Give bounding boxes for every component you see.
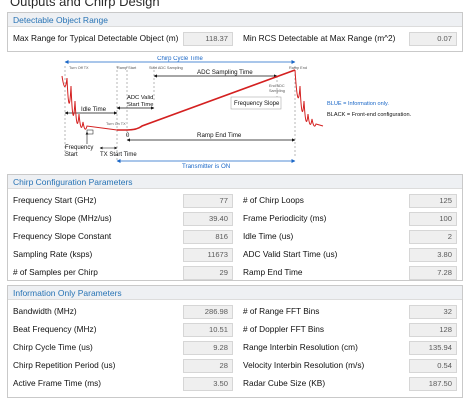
chirp-param-row: Frequency Slope Constant 816 Idle Time (us…	[13, 228, 457, 245]
info-param-label: Beat Frequency (MHz)	[13, 324, 97, 334]
chirp-param-value: 100	[409, 211, 457, 226]
chirp-diagram-svg: Chirp Cycle Time Turn Off TX Ramp Start …	[61, 56, 412, 170]
chirp-param-label: Frequency Start (GHz)	[13, 195, 97, 205]
chirp-param-value: 11673	[183, 247, 233, 262]
tx-start-time-label: TX Start Time	[100, 152, 137, 158]
detectable-range-row: Max Range for Typical Detectable Object …	[13, 30, 457, 47]
info-param-label: # of Doppler FFT Bins	[243, 324, 325, 334]
info-params-header: Information Only Parameters	[8, 286, 462, 300]
info-param-value: 32	[409, 304, 457, 319]
end-adc-label: End ADC	[269, 84, 285, 88]
chirp-param-value: 39.40	[183, 211, 233, 226]
adc-sampling-time-label: ADC Sampling Time	[197, 69, 253, 76]
chirp-param-value: 7.28	[409, 265, 457, 280]
start-adc-label: Start ADC Sampling	[149, 66, 183, 70]
sampling-label: Sampling	[269, 89, 285, 93]
chirp-config-header: Chirp Configuration Parameters	[8, 175, 462, 189]
chirp-param-label: Ramp End Time	[243, 267, 303, 277]
adc-valid-start-time-label: Start Time	[127, 102, 153, 108]
detectable-range-header: Detectable Object Range	[8, 13, 462, 27]
info-param-label: Range Interbin Resolution (cm)	[243, 342, 358, 352]
ramp-end-top-label: Ramp End	[289, 66, 307, 70]
info-params-panel: Information Only Parameters Bandwidth (M…	[7, 285, 463, 398]
info-param-value: 9.28	[183, 340, 233, 355]
info-param-row: Active Frame Time (ms) 3.50 Radar Cube Siz…	[13, 375, 457, 392]
chirp-param-row: # of Samples per Chirp 29 Ramp End Time 7.2…	[13, 264, 457, 281]
info-param-value: 128	[409, 322, 457, 337]
chirp-param-value: 816	[183, 229, 233, 244]
chirp-param-label: ADC Valid Start Time (us)	[243, 249, 338, 259]
chirp-param-value: 125	[409, 193, 457, 208]
zero-label: 0	[126, 133, 130, 139]
info-param-label: Active Frame Time (ms)	[13, 378, 102, 388]
info-param-row: Bandwidth (MHz) 286.98 # of Range FFT Bins…	[13, 303, 457, 320]
info-param-row: Beat Frequency (MHz) 10.51 # of Doppler FF…	[13, 321, 457, 338]
info-param-value: 0.54	[409, 358, 457, 373]
idle-time-label: Idle Time	[81, 106, 107, 113]
right-decay-wave	[294, 69, 324, 127]
frequency-slope-label: Frequency Slope	[234, 101, 280, 107]
chirp-param-value: 2	[409, 229, 457, 244]
chirp-cycle-label: Chirp Cycle Time	[157, 56, 203, 62]
ramp-end-time-label: Ramp End Time	[197, 132, 242, 139]
info-param-value: 187.50	[409, 376, 457, 391]
chirp-param-label: # of Samples per Chirp	[13, 267, 98, 277]
chirp-param-value: 77	[183, 193, 233, 208]
chirp-param-value: 3.80	[409, 247, 457, 262]
chirp-param-row: Frequency Start (GHz) 77 # of Chirp Loops 1…	[13, 192, 457, 209]
chirp-config-panel: Chirp Configuration Parameters Frequency…	[7, 174, 463, 281]
turn-on-tx-label: Turn On TX	[106, 122, 126, 126]
info-param-label: # of Range FFT Bins	[243, 306, 320, 316]
info-param-value: 28	[183, 358, 233, 373]
info-param-label: Chirp Repetition Period (us)	[13, 360, 116, 370]
max-range-label: Max Range for Typical Detectable Object …	[13, 33, 179, 43]
chirp-param-label: Frequency Slope Constant	[13, 231, 112, 241]
info-param-label: Bandwidth (MHz)	[13, 306, 77, 316]
legend-blue: BLUE = Information only.	[327, 101, 389, 107]
chirp-param-value: 29	[183, 265, 233, 280]
chirp-param-label: Frequency Slope (MHz/us)	[13, 213, 112, 223]
min-rcs-value: 0.07	[409, 31, 457, 46]
info-param-label: Chirp Cycle Time (us)	[13, 342, 93, 352]
chirp-param-label: Frame Periodicity (ms)	[243, 213, 327, 223]
legend-black: BLACK = Front-end configuration.	[327, 112, 412, 118]
info-param-value: 3.50	[183, 376, 233, 391]
chirp-param-row: Frequency Slope (MHz/us) 39.40 Frame Perio…	[13, 210, 457, 227]
chirp-param-label: Idle Time (us)	[243, 231, 294, 241]
frequency-label: Frequency	[65, 145, 93, 151]
info-param-row: Chirp Repetition Period (us) 28 Velocity I…	[13, 357, 457, 374]
ramp-start-label: Ramp Start	[117, 66, 137, 70]
info-param-value: 286.98	[183, 304, 233, 319]
chirp-param-label: Sampling Rate (ksps)	[13, 249, 93, 259]
info-param-value: 10.51	[183, 322, 233, 337]
info-param-label: Velocity Interbin Resolution (m/s)	[243, 360, 365, 370]
info-param-label: Radar Cube Size (KB)	[243, 378, 326, 388]
turn-off-tx-top-label: Turn Off TX	[69, 66, 89, 70]
adc-valid-label: ADC Valid	[127, 95, 153, 101]
detectable-range-panel: Detectable Object Range Max Range for Ty…	[7, 12, 463, 52]
chirp-param-row: Sampling Rate (ksps) 11673 ADC Valid Start…	[13, 246, 457, 263]
timing-guides	[64, 66, 296, 161]
info-param-row: Chirp Cycle Time (us) 9.28 Range Interbin …	[13, 339, 457, 356]
min-rcs-label: Min RCS Detectable at Max Range (m^2)	[243, 33, 396, 43]
page-title: Outputs and Chirp Design	[10, 0, 160, 9]
chirp-timing-diagram: Chirp Cycle Time Turn Off TX Ramp Start …	[7, 56, 463, 172]
info-param-value: 135.94	[409, 340, 457, 355]
max-range-value: 118.37	[183, 31, 233, 46]
transmitter-on-label: Transmitter is ON	[182, 163, 230, 170]
start-label: Start	[65, 152, 78, 158]
chirp-param-label: # of Chirp Loops	[243, 195, 304, 205]
tx-marker	[86, 129, 94, 135]
